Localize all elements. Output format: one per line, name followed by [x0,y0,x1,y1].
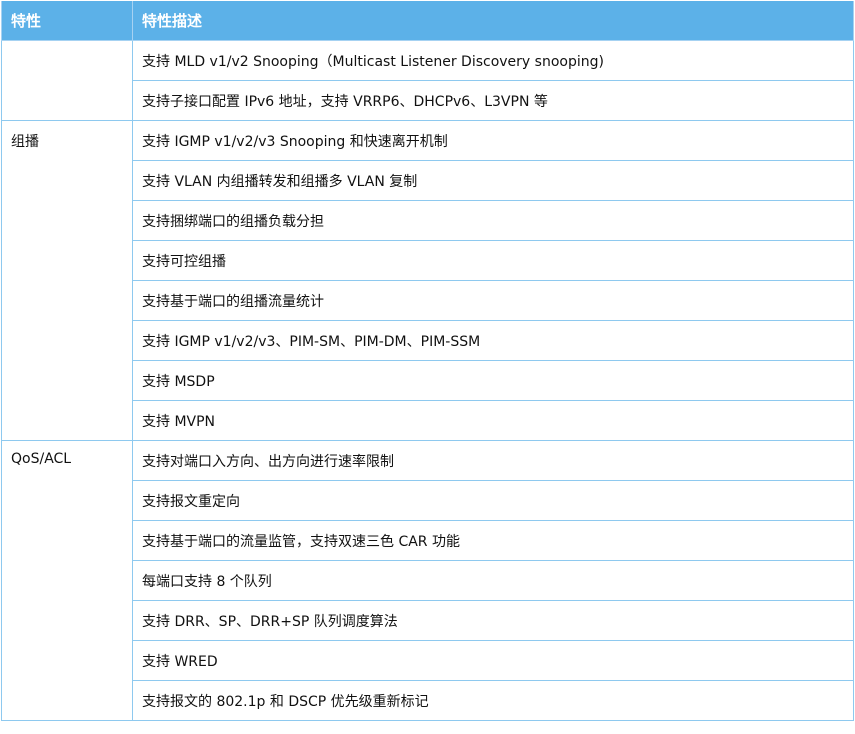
feature-cell-qos-acl: QoS/ACL [1,440,133,721]
description-cell: 支持 VLAN 内组播转发和组播多 VLAN 复制 [132,160,854,201]
feature-cell-multicast: 组播 [1,120,133,441]
table-row: 支持 MLD v1/v2 Snooping（Multicast Listener… [1,40,854,121]
description-cell: 支持基于端口的组播流量统计 [132,280,854,321]
table-row: 组播 支持 IGMP v1/v2/v3 Snooping 和快速离开机制 [1,120,854,441]
header-description: 特性描述 [132,1,854,41]
description-cell: 支持报文的 802.1p 和 DSCP 优先级重新标记 [132,680,854,721]
header-feature: 特性 [1,1,133,41]
description-cell: 支持报文重定向 [132,480,854,521]
feature-spec-table: 特性 特性描述 支持 MLD v1/v2 Snooping（Multicast … [1,1,854,721]
description-cell: 支持可控组播 [132,240,854,281]
description-cell: 支持 DRR、SP、DRR+SP 队列调度算法 [132,600,854,641]
description-cell: 支持基于端口的流量监管，支持双速三色 CAR 功能 [132,520,854,561]
description-cell: 支持子接口配置 IPv6 地址，支持 VRRP6、DHCPv6、L3VPN 等 [132,80,854,121]
description-cell: 支持 MVPN [132,400,854,441]
description-cell: 支持 WRED [132,640,854,681]
table-row: QoS/ACL 支持对端口入方向、出方向进行速率限制 [1,440,854,721]
description-cell: 支持对端口入方向、出方向进行速率限制 [132,440,854,481]
description-cell: 支持 MLD v1/v2 Snooping（Multicast Listener… [132,40,854,81]
description-cell: 支持捆绑端口的组播负载分担 [132,200,854,241]
table-header-row: 特性 特性描述 [1,1,854,41]
description-cell: 每端口支持 8 个队列 [132,560,854,601]
feature-cell-ipv6 [1,40,133,121]
description-cell: 支持 MSDP [132,360,854,401]
description-cell: 支持 IGMP v1/v2/v3 Snooping 和快速离开机制 [132,120,854,161]
description-cell: 支持 IGMP v1/v2/v3、PIM-SM、PIM-DM、PIM-SSM [132,320,854,361]
